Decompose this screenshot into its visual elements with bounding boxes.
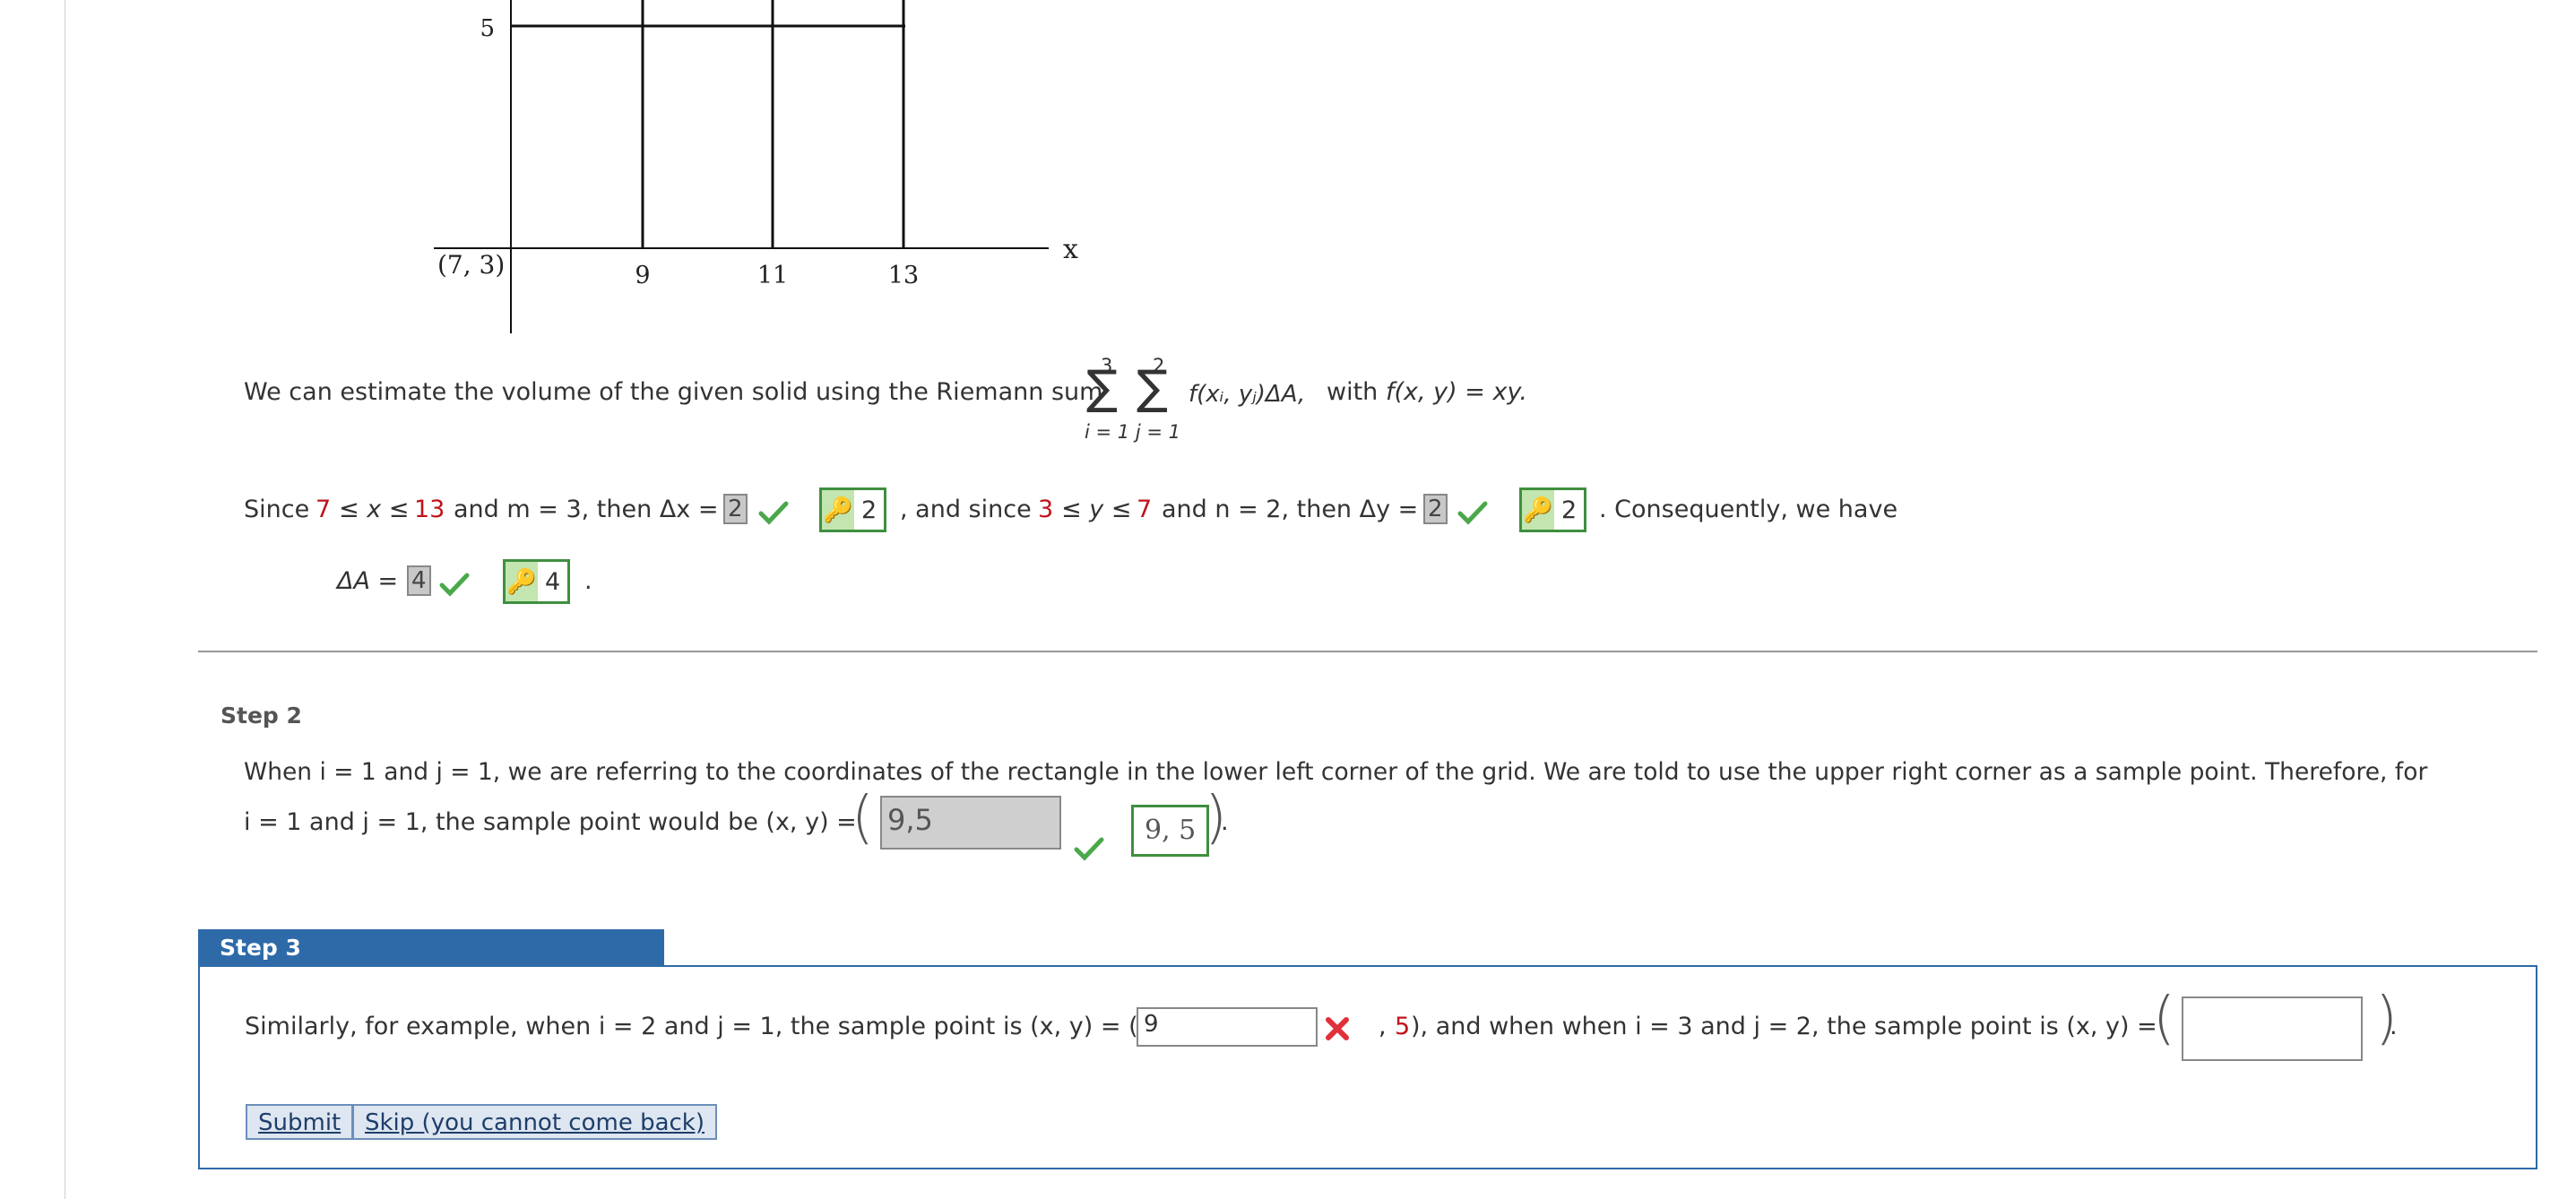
and-since-text: , and since xyxy=(900,496,1032,523)
sigma-outer-symbol: ∑ xyxy=(1086,361,1119,415)
dx-answer-key[interactable]: 🔑 2 xyxy=(819,487,887,532)
step3-text2: ), and when when i = 3 and j = 2, the sa… xyxy=(1411,1013,2157,1040)
y-lower-bound: 3 xyxy=(1038,496,1054,523)
since-text: Since xyxy=(244,496,310,523)
riemann-intro: We can estimate the volume of the given … xyxy=(244,378,1103,406)
section-divider xyxy=(198,651,2537,652)
dy-answer: 2 xyxy=(1423,494,1448,524)
step2-answer-key[interactable]: 9, 5 xyxy=(1131,805,1210,857)
key-icon: 🔑 xyxy=(1522,490,1554,530)
origin-label: (7, 3) xyxy=(437,250,505,280)
key-icon: 🔑 xyxy=(822,490,854,530)
step2-answer-field[interactable]: 9,5 xyxy=(880,796,1061,850)
step3-text1: Similarly, for example, when i = 2 and j… xyxy=(245,1013,1138,1040)
wrong-x-icon xyxy=(1326,1017,1349,1040)
step3-value-5: 5 xyxy=(1395,1013,1411,1040)
x-axis-label: x xyxy=(1063,234,1078,265)
open-paren: ( xyxy=(851,785,874,851)
step2-line2: i = 1 and j = 1, the sample point would … xyxy=(244,808,857,836)
delta-a-label: ΔA = xyxy=(337,567,399,595)
da-answer: 4 xyxy=(407,565,431,596)
dx-check-icon xyxy=(758,501,789,525)
m-text: and m = 3, then Δx = xyxy=(454,496,719,523)
sum-lower-bounds: i = 1 j = 1 xyxy=(1085,421,1180,443)
x-upper-bound: 13 xyxy=(414,496,445,523)
with-text: with xyxy=(1327,378,1379,406)
step2-end-period: . xyxy=(1221,808,1229,836)
grid-graph: 5 (7, 3) 9 11 13 x xyxy=(434,0,1078,333)
function-definition: f(x, y) = xy. xyxy=(1386,378,1527,406)
da-check-icon xyxy=(439,573,470,597)
step2-check-icon xyxy=(1074,837,1104,861)
x-tick-9: 9 xyxy=(635,262,650,289)
step3-title: Step 3 xyxy=(198,929,664,965)
x-inequality: ≤ x ≤ xyxy=(339,496,410,523)
step3-end-period: . xyxy=(2390,1013,2398,1040)
y-upper-bound: 7 xyxy=(1137,496,1153,523)
step3-comma: , xyxy=(1379,1013,1387,1040)
dy-answer-key[interactable]: 🔑 2 xyxy=(1519,487,1587,532)
step2-line1: When i = 1 and j = 1, we are referring t… xyxy=(244,758,2428,786)
summand: f(xᵢ, yⱼ)ΔA, xyxy=(1189,381,1306,408)
dy-check-icon xyxy=(1457,501,1488,525)
step3-open-paren: ( xyxy=(2153,986,2175,1052)
y-inequality: ≤ y ≤ xyxy=(1061,496,1132,523)
da-period: . xyxy=(584,567,592,595)
step2-title: Step 2 xyxy=(220,703,302,729)
step3-x-input[interactable]: 9 xyxy=(1137,1007,1318,1047)
x-tick-13: 13 xyxy=(888,262,919,289)
x-lower-bound: 7 xyxy=(316,496,332,523)
submit-button[interactable]: Submit xyxy=(246,1104,354,1140)
x-tick-11: 11 xyxy=(757,262,788,289)
dx-answer: 2 xyxy=(723,494,748,524)
consequently-text: . Consequently, we have xyxy=(1599,496,1898,523)
key-icon: 🔑 xyxy=(506,562,538,601)
step3-point-input[interactable] xyxy=(2182,996,2363,1061)
da-answer-key[interactable]: 🔑 4 xyxy=(503,559,571,604)
n-text: and n = 2, then Δy = xyxy=(1162,496,1419,523)
skip-button[interactable]: Skip (you cannot come back) xyxy=(352,1104,718,1140)
y-tick-5: 5 xyxy=(480,15,495,42)
sigma-inner-symbol: ∑ xyxy=(1137,361,1169,415)
